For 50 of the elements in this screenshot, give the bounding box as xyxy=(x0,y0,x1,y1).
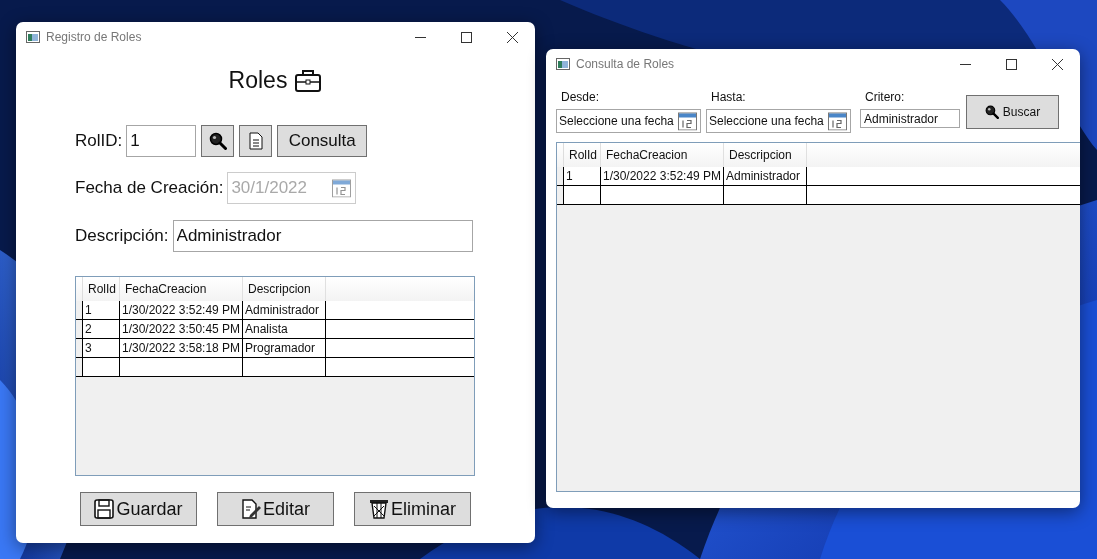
search-button[interactable]: Buscar xyxy=(966,95,1059,129)
field-label: RolID: xyxy=(75,131,123,151)
trash-bin-icon xyxy=(369,499,389,519)
table-cell: 3 xyxy=(83,339,120,358)
input-field[interactable]: Administrador xyxy=(172,220,473,252)
calendar-icon[interactable] xyxy=(678,111,697,131)
close-icon[interactable] xyxy=(1051,58,1063,70)
maximize-icon[interactable] xyxy=(1005,58,1017,70)
date-field[interactable]: Seleccione una fecha xyxy=(556,109,701,133)
field-label: Hasta: xyxy=(710,90,747,106)
close-icon[interactable] xyxy=(506,31,518,43)
input-field[interactable]: Administrador xyxy=(860,109,960,128)
minimize-icon[interactable] xyxy=(959,63,971,65)
form-heading: Roles xyxy=(228,66,288,94)
window-title: Registro de Roles xyxy=(46,30,142,44)
search-icon xyxy=(984,105,999,119)
delete-button[interactable]: Eliminar xyxy=(354,492,471,526)
document-icon xyxy=(248,132,263,150)
minimize-icon[interactable] xyxy=(414,36,426,38)
table-cell: 1 xyxy=(564,167,601,186)
input-field[interactable]: 1 xyxy=(126,125,197,157)
save-button[interactable]: Guardar xyxy=(80,492,197,526)
field-label: Fecha de Creación: xyxy=(75,178,224,198)
table-cell: Analista xyxy=(243,320,326,339)
date-field[interactable]: Seleccione una fecha xyxy=(706,109,851,133)
maximize-icon[interactable] xyxy=(460,31,472,43)
field-label: Descripción: xyxy=(75,226,169,246)
consulta-button[interactable]: Consulta xyxy=(277,125,368,157)
briefcase-icon xyxy=(295,68,322,92)
table-cell: 2 xyxy=(83,320,120,339)
window-icon xyxy=(26,31,40,43)
field-label: Critero: xyxy=(864,90,906,106)
table-cell: Programador xyxy=(243,339,326,358)
new-button[interactable] xyxy=(239,125,273,157)
edit-button[interactable]: Editar xyxy=(217,492,334,526)
table-cell: 1/30/2022 3:52:49 PM xyxy=(120,301,243,320)
table-cell: Administrador xyxy=(724,167,807,186)
window-title: Consulta de Roles xyxy=(576,57,675,71)
search-button[interactable] xyxy=(201,125,235,157)
field-label: Desde: xyxy=(560,90,601,106)
window-icon xyxy=(556,58,570,70)
edit-document-icon xyxy=(241,499,261,519)
calendar-icon[interactable] xyxy=(828,111,847,131)
search-icon xyxy=(208,132,227,150)
table-cell: 1/30/2022 3:58:18 PM xyxy=(120,339,243,358)
calendar-icon[interactable] xyxy=(332,178,352,198)
table-cell: 1 xyxy=(83,301,120,320)
table-cell: 1/30/2022 3:50:45 PM xyxy=(120,320,243,339)
table-cell: Administrador xyxy=(243,301,326,320)
table-cell: 1/30/2022 3:52:49 PM xyxy=(601,167,724,186)
